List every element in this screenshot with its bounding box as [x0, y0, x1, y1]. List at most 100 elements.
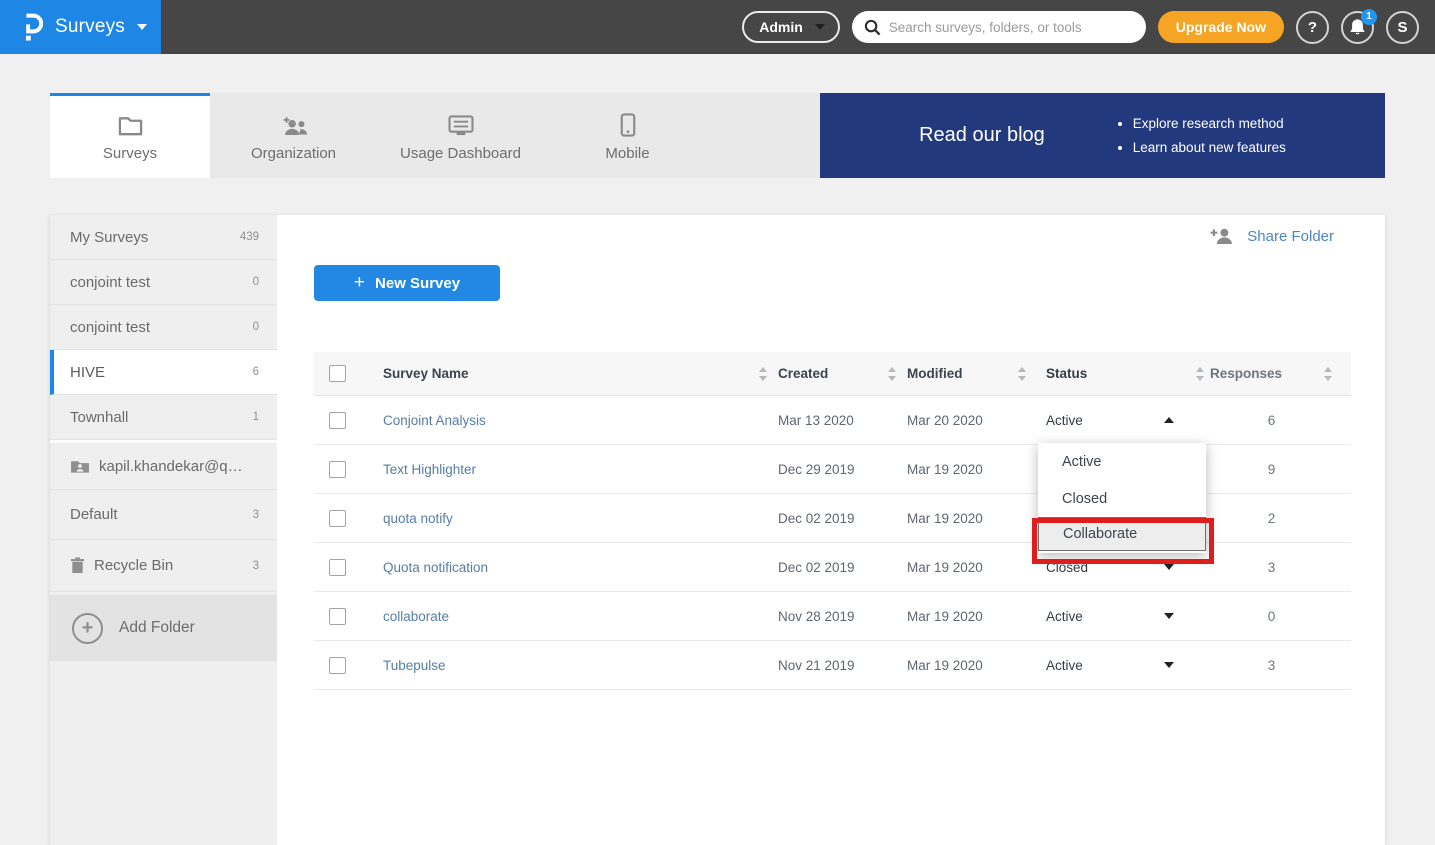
banner-bullet: Explore research method: [1133, 112, 1286, 136]
responses-cell: 0: [1192, 592, 1351, 640]
notifications-button[interactable]: 1: [1341, 11, 1374, 44]
new-survey-button[interactable]: + New Survey: [314, 265, 500, 301]
modified-cell: Mar 19 2020: [884, 641, 1014, 689]
notification-badge: 1: [1361, 9, 1377, 25]
trash-icon: [70, 557, 85, 574]
created-cell: Nov 21 2019: [755, 641, 884, 689]
status-dropdown-trigger[interactable]: Active: [1014, 592, 1192, 640]
table-row: Tubepulse Nov 21 2019 Mar 19 2020 Active…: [314, 641, 1351, 690]
responses-cell: 3: [1192, 543, 1351, 591]
admin-menu-label: Admin: [759, 19, 803, 35]
shared-folder-icon: [70, 458, 90, 474]
sidebar-item-conjoint-test-2[interactable]: conjoint test 0: [50, 305, 277, 350]
sidebar-item-recycle-bin[interactable]: Recycle Bin 3: [50, 540, 277, 592]
status-dropdown-trigger[interactable]: Active: [1014, 641, 1192, 689]
help-label: ?: [1308, 19, 1317, 36]
created-cell: Mar 13 2020: [755, 396, 884, 444]
chevron-down-icon: [815, 24, 825, 30]
chevron-down-icon: [1164, 564, 1174, 570]
header-responses[interactable]: Responses: [1192, 352, 1351, 395]
sort-icon[interactable]: [1322, 367, 1333, 381]
banner-bullets: Explore research method Learn about new …: [1115, 112, 1286, 160]
chevron-up-icon: [1164, 417, 1174, 423]
sidebar-item-conjoint-test-1[interactable]: conjoint test 0: [50, 260, 277, 305]
survey-name-link[interactable]: quota notify: [383, 511, 453, 526]
survey-name-link[interactable]: Conjoint Analysis: [383, 413, 486, 428]
created-cell: Dec 29 2019: [755, 445, 884, 493]
add-folder-button[interactable]: + Add Folder: [50, 595, 277, 661]
folder-count: 6: [253, 366, 259, 378]
sidebar-item-shared-account[interactable]: kapil.khandekar@que...: [50, 440, 277, 490]
phone-icon: [620, 113, 636, 137]
survey-name-link[interactable]: Text Highlighter: [383, 462, 476, 477]
tab-label: Usage Dashboard: [400, 145, 521, 162]
modified-cell: Mar 19 2020: [884, 543, 1014, 591]
table-header: Survey Name Created Modified Status Resp…: [314, 352, 1351, 396]
tab-mobile[interactable]: Mobile: [544, 93, 711, 178]
top-bar: Surveys Admin Upgrade Now ? 1 S: [0, 0, 1435, 54]
survey-name-link[interactable]: collaborate: [383, 609, 449, 624]
responses-cell: 6: [1192, 396, 1351, 444]
sort-icon[interactable]: [1194, 367, 1205, 381]
responses-cell: 3: [1192, 641, 1351, 689]
status-option-active[interactable]: Active: [1038, 443, 1206, 480]
row-checkbox[interactable]: [329, 608, 346, 625]
tab-label: Surveys: [103, 145, 157, 162]
row-checkbox[interactable]: [329, 412, 346, 429]
row-checkbox[interactable]: [329, 559, 346, 576]
row-checkbox[interactable]: [329, 657, 346, 674]
avatar-initial: S: [1397, 19, 1407, 36]
header-status[interactable]: Status: [1014, 352, 1192, 395]
created-cell: Dec 02 2019: [755, 543, 884, 591]
tab-usage-dashboard[interactable]: Usage Dashboard: [377, 93, 544, 178]
header-survey-name: Survey Name: [368, 352, 755, 395]
product-menu[interactable]: Surveys: [0, 0, 161, 54]
sidebar-item-my-surveys[interactable]: My Surveys 439: [50, 215, 277, 260]
sort-icon[interactable]: [886, 367, 897, 381]
sort-icon[interactable]: [1016, 367, 1027, 381]
header-modified[interactable]: Modified: [884, 352, 1014, 395]
status-option-closed[interactable]: Closed: [1038, 480, 1206, 517]
questionpro-logo-icon: [22, 10, 43, 44]
status-dropdown-trigger[interactable]: Active: [1014, 396, 1192, 444]
chevron-down-icon: [137, 24, 147, 30]
sidebar-item-default[interactable]: Default 3: [50, 490, 277, 540]
table-row: Conjoint Analysis Mar 13 2020 Mar 20 202…: [314, 396, 1351, 445]
row-checkbox[interactable]: [329, 510, 346, 527]
tab-organization[interactable]: Organization: [210, 93, 377, 178]
status-option-collaborate[interactable]: Collaborate: [1038, 517, 1206, 551]
responses-cell: 9: [1192, 445, 1351, 493]
modified-cell: Mar 19 2020: [884, 592, 1014, 640]
survey-name-link[interactable]: Quota notification: [383, 560, 488, 575]
survey-name-link[interactable]: Tubepulse: [383, 658, 446, 673]
created-cell: Dec 02 2019: [755, 494, 884, 542]
modified-cell: Mar 19 2020: [884, 494, 1014, 542]
tab-label: Organization: [251, 145, 336, 162]
search-input[interactable]: [889, 20, 1134, 35]
status-dropdown-menu: Active Closed Collaborate: [1038, 443, 1206, 553]
admin-menu[interactable]: Admin: [742, 11, 840, 43]
sort-icon[interactable]: [757, 367, 768, 381]
sidebar-item-hive[interactable]: HIVE 6: [50, 350, 277, 395]
folder-count: 3: [253, 509, 259, 521]
sidebar-item-townhall[interactable]: Townhall 1: [50, 395, 277, 440]
help-button[interactable]: ?: [1296, 11, 1329, 44]
folder-icon: [118, 113, 143, 137]
blog-banner[interactable]: Read our blog Explore research method Le…: [820, 93, 1385, 178]
select-all-checkbox[interactable]: [329, 365, 346, 382]
chevron-down-icon: [1164, 613, 1174, 619]
avatar[interactable]: S: [1386, 11, 1419, 44]
plus-icon: +: [354, 272, 365, 294]
row-checkbox[interactable]: [329, 461, 346, 478]
header-created[interactable]: Created: [755, 352, 884, 395]
share-folder-button[interactable]: Share Folder: [1209, 227, 1334, 245]
banner-title: Read our blog: [919, 124, 1045, 147]
folder-count: 439: [240, 231, 259, 243]
tab-surveys[interactable]: Surveys: [50, 93, 210, 178]
folder-count: 1: [253, 411, 259, 423]
upgrade-now-button[interactable]: Upgrade Now: [1158, 11, 1284, 43]
plus-circle-icon: +: [72, 613, 103, 644]
folders-sidebar: My Surveys 439 conjoint test 0 conjoint …: [50, 215, 277, 845]
dashboard-icon: [448, 113, 474, 137]
chevron-down-icon: [1164, 662, 1174, 668]
